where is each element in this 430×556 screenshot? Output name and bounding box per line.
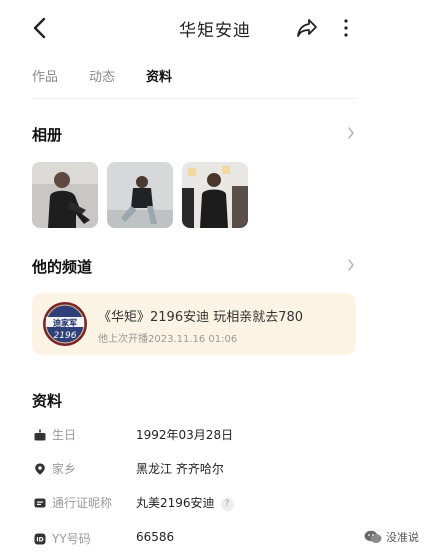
id-card-icon [34,498,46,508]
watermark: 没准说 [360,528,430,546]
location-pin-icon [35,463,45,475]
chevron-right-icon[interactable] [347,126,355,140]
tab-profile[interactable]: 资料 [146,66,172,85]
info-row-nickname: 通行证昵称 丸美2196安迪? [32,494,362,514]
chevron-right-icon[interactable] [347,258,355,272]
page-title: 华矩安迪 [179,21,251,41]
logo-text-bottom: 2196 [54,331,77,341]
top-bar: 华矩安迪 [0,0,430,56]
info-row-birthday: 生日 1992年03月28日 [32,426,362,446]
share-icon[interactable] [296,17,318,39]
album-photo[interactable] [32,162,98,228]
hometown-label: 家乡 [52,462,77,476]
channel-logo: 迪家军 2196 [43,302,87,346]
tab-divider [32,98,356,99]
album-title[interactable]: 相册 [32,124,62,145]
yy-number-value: 66586 [136,530,175,544]
nickname-value-wrap: 丸美2196安迪? [136,494,234,511]
yy-number-label: YY号码 [52,532,91,546]
channel-card[interactable]: 迪家军 2196 《华矩》2196安迪 玩相亲就去780 他上次开播2023.1… [32,293,356,355]
hometown-value: 黑龙江 齐齐哈尔 [136,462,224,476]
cake-icon [34,429,46,441]
album-photo[interactable] [107,162,173,228]
help-icon[interactable]: ? [220,498,234,511]
tab-dynamics[interactable]: 动态 [89,66,115,85]
info-row-hometown: 家乡 黑龙江 齐齐哈尔 [32,460,362,480]
album-photo[interactable] [182,162,248,228]
info-row-yy-number: ID YY号码 66586 [32,530,362,550]
yy-id-icon: ID [34,533,46,545]
nickname-value: 丸美2196安迪 [136,496,215,510]
channel-name: 《华矩》2196安迪 玩相亲就去780 [98,310,304,325]
nickname-label: 通行证昵称 [52,496,113,510]
channel-last-live: 他上次开播2023.11.16 01:06 [98,334,238,345]
watermark-text: 没准说 [386,531,419,544]
wechat-icon [364,530,382,543]
tab-works[interactable]: 作品 [32,66,58,85]
svg-text:ID: ID [36,537,43,544]
person-photo-icon [182,162,248,228]
channel-section-title[interactable]: 他的频道 [32,256,92,277]
person-photo-icon [107,162,173,228]
birthday-label: 生日 [52,428,77,442]
birthday-value: 1992年03月28日 [136,428,234,442]
profile-section-title: 资料 [32,392,63,410]
more-vertical-icon[interactable] [342,17,350,39]
logo-text-top: 迪家军 [53,318,77,328]
person-photo-icon [32,162,98,228]
